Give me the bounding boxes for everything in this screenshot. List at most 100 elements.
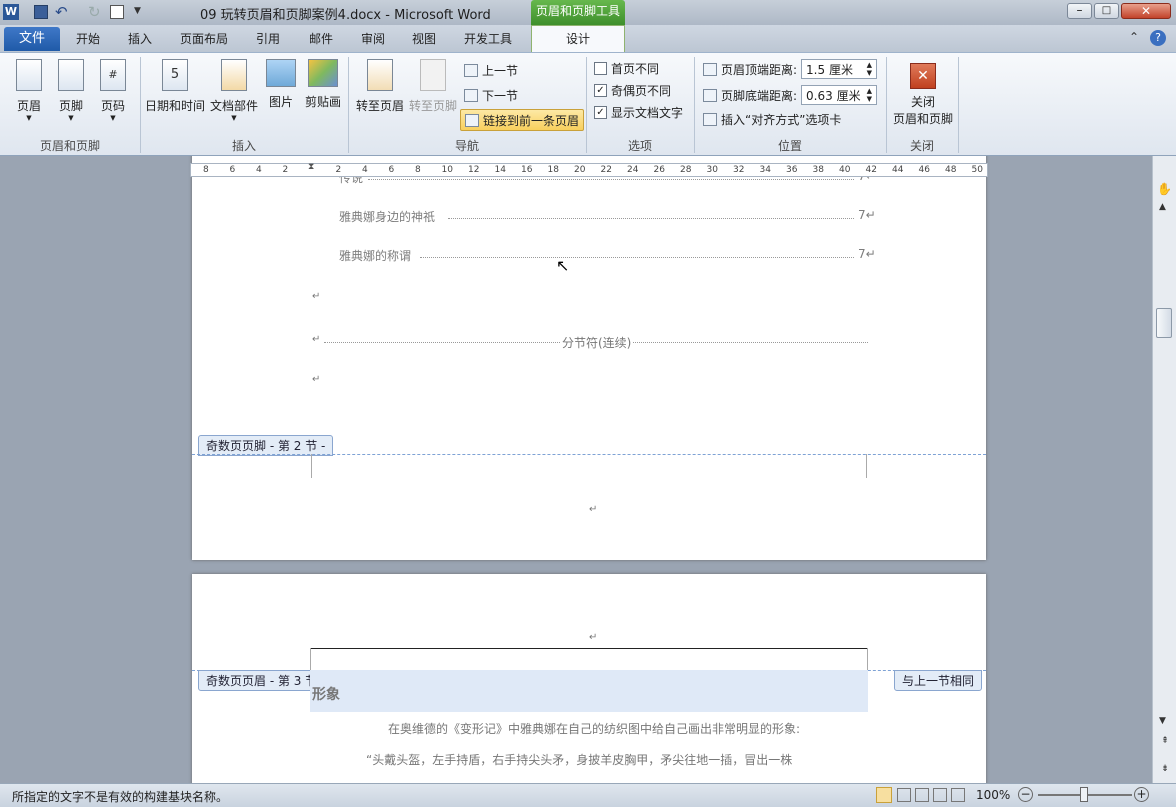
ruler-tick-label: 8 [203,165,209,175]
header-button[interactable]: 页眉 ▼ [10,59,48,122]
margin-corner [310,648,311,670]
zoom-in-button[interactable]: + [1134,787,1149,802]
body-paragraph: 在奥维德的《变形记》中雅典娜在自己的纺织图中给自己画出非常明显的形象: [388,722,801,736]
document-area[interactable]: 传说 7↵ 雅典娜身边的神祇 7↵ 雅典娜的称谓 7↵ ↵ ↵ 分节符(连续) … [4,156,1152,783]
previous-section-button[interactable]: 上一节 [464,62,518,79]
tab-home[interactable]: 开始 [76,30,100,47]
header-icon [16,59,42,91]
ruler-tick-label: 42 [865,165,877,175]
tab-references[interactable]: 引用 [256,30,280,47]
footer-button[interactable]: 页脚 ▼ [52,59,90,122]
header-border-line [310,648,868,649]
full-screen-reading-icon[interactable] [897,788,911,802]
indent-marker-icon[interactable]: ⧗ [308,162,314,172]
scroll-thumb[interactable] [1156,308,1172,338]
ruler-tick-label: 2 [282,165,289,175]
draft-view-icon[interactable] [951,788,965,802]
dropdown-arrow-icon: ▼ [68,114,74,122]
tab-review[interactable]: 审阅 [361,30,385,47]
heading-highlight [310,670,868,712]
checkbox-first-page[interactable] [594,62,607,75]
ruler-tick-label: 44 [892,165,904,175]
ribbon-minimize-icon[interactable]: ⌃ [1129,30,1139,44]
ribbon-panel: 页眉 ▼ 页脚 ▼ # 页码 ▼ 页眉和页脚 5 日期和时间 文档部件 ▼ 图片… [0,52,1176,156]
scroll-up-arrow[interactable]: ▲ [1159,202,1166,212]
undo-icon[interactable]: ↶ [55,3,68,21]
group-label-navigation: 导航 [454,139,479,153]
tab-developer[interactable]: 开发工具 [464,30,512,47]
footer-distance-row: 页脚底端距离: 0.63 厘米 ▲ ▼ [703,85,878,105]
tab-design[interactable]: 设计 [531,25,625,53]
ruler-tick-label: 10 [441,165,453,175]
heading-text: 形象 [312,687,340,703]
goto-footer-button[interactable]: 转至页脚 [408,59,458,114]
tab-mailings[interactable]: 邮件 [309,30,333,47]
goto-header-button[interactable]: 转至页眉 [354,59,406,114]
horizontal-ruler[interactable]: 8 6 4 2 2 4 6 8 10 12 14 16 18 20 22 24 26 28 30 32 34 36 38 40… [190,162,988,177]
spinner-icon[interactable]: ▲ ▼ [867,87,872,103]
next-page-icon[interactable]: ⇟ [1157,764,1173,778]
toc-entry[interactable]: 雅典娜身边的神祇 [339,208,435,225]
page: 传说 7↵ 雅典娜身边的神祇 7↵ 雅典娜的称谓 7↵ ↵ ↵ 分节符(连续) … [192,156,986,560]
context-tool-title: 页眉和页脚工具 [531,0,625,25]
footer-distance-input[interactable]: 0.63 厘米 ▲ ▼ [801,85,878,105]
show-document-text-option[interactable]: ✓ 显示文档文字 [594,104,683,121]
dropdown-arrow-icon: ▼ [231,114,237,122]
next-section-button[interactable]: 下一节 [464,87,518,104]
web-layout-icon[interactable] [915,788,929,802]
header-distance-icon [703,62,717,76]
page-number-button[interactable]: # 页码 ▼ [94,59,132,122]
ruler-tick-label: 32 [733,165,745,175]
body-paragraph: “头戴头盔，左手持盾，右手持尖头矛，身披羊皮胸甲，矛尖往地一插，冒出一株 [366,753,793,767]
footer-icon [58,59,84,91]
toc-page: 7↵ [858,208,876,222]
dropdown-arrow-icon: ▼ [110,114,116,122]
next-section-icon [464,89,478,102]
tab-page-layout[interactable]: 页面布局 [180,30,228,47]
close-header-footer-button[interactable]: ✕ 关闭 页眉和页脚 [890,63,956,127]
ruler-tick-label: 6 [229,165,236,175]
print-layout-view-icon[interactable] [876,787,892,803]
picture-button[interactable]: 图片 [264,59,298,110]
zoom-level[interactable]: 100% [976,788,1010,802]
customize-qat-icon[interactable]: ▼ [134,6,141,16]
ruler-tick-label: 18 [547,165,559,175]
tab-file[interactable]: 文件 [4,27,60,51]
checkbox-odd-even[interactable]: ✓ [594,84,607,97]
scroll-down-arrow[interactable]: ▼ [1159,716,1166,726]
help-icon[interactable]: ? [1150,30,1166,46]
checkbox-show-text[interactable]: ✓ [594,106,607,119]
clip-art-button[interactable]: 剪贴画 [302,59,344,110]
zoom-slider-thumb[interactable] [1080,787,1088,802]
tab-view[interactable]: 视图 [412,30,436,47]
group-label-position: 位置 [777,139,802,153]
outline-view-icon[interactable] [933,788,947,802]
minimize-button[interactable]: – [1067,3,1092,19]
calendar-icon: 5 [162,59,188,91]
header-distance-row: 页眉顶端距离: 1.5 厘米 ▲ ▼ [703,59,878,79]
print-preview-icon[interactable] [110,5,124,19]
header-distance-input[interactable]: 1.5 厘米 ▲ ▼ [801,59,878,79]
insert-alignment-tab-button[interactable]: 插入“对齐方式”选项卡 [703,111,841,128]
link-to-previous-button[interactable]: 链接到前一条页眉 [460,109,585,131]
different-first-page-option[interactable]: 首页不同 [594,60,659,77]
different-odd-even-option[interactable]: ✓ 奇偶页不同 [594,82,671,99]
spinner-icon[interactable]: ▲ ▼ [867,61,872,77]
pan-hand-icon[interactable]: ✋ [1157,182,1172,196]
close-button[interactable]: ✕ [1121,3,1171,19]
vertical-scrollbar[interactable]: ✋ ▲ ▼ ⇞ ⇟ [1152,156,1176,783]
quick-parts-button[interactable]: 文档部件 ▼ [208,59,260,122]
tab-insert[interactable]: 插入 [128,30,152,47]
alignment-tab-icon [703,113,717,126]
paragraph-mark: ↵ [312,334,321,345]
close-red-icon: ✕ [910,63,936,89]
toc-entry[interactable]: 雅典娜的称谓 [339,247,411,264]
paragraph-mark: ↵ [312,291,321,302]
date-time-button[interactable]: 5 日期和时间 [144,59,206,114]
redo-icon[interactable]: ↻ [88,3,101,21]
previous-page-icon[interactable]: ⇞ [1157,736,1173,750]
maximize-button[interactable]: □ [1094,3,1119,19]
save-icon[interactable] [34,5,48,19]
zoom-out-button[interactable]: − [1018,787,1033,802]
word-app-icon[interactable]: W [3,4,19,20]
